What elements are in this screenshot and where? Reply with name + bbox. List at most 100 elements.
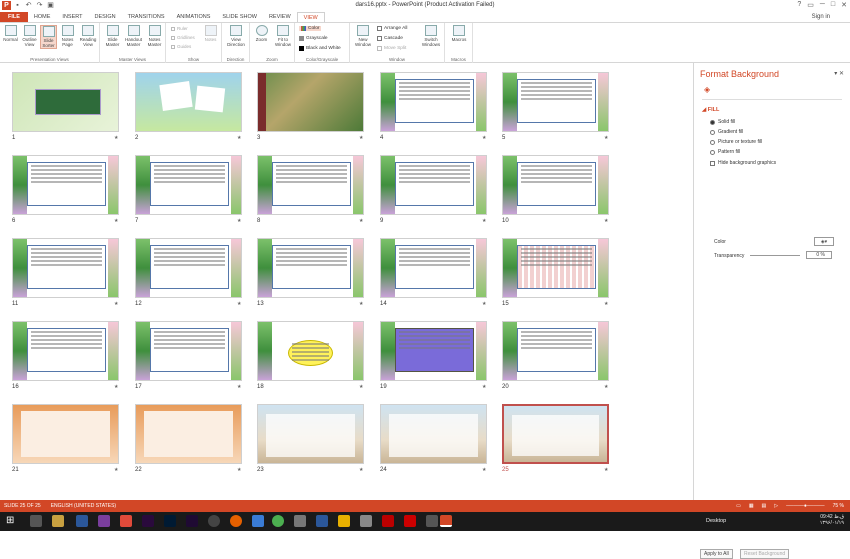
- powerpoint-taskbar-icon[interactable]: [440, 515, 452, 527]
- app-icon[interactable]: [252, 515, 264, 527]
- transition-star-icon[interactable]: ★: [114, 301, 118, 307]
- tab-home[interactable]: HOME: [28, 12, 57, 22]
- premiere-icon[interactable]: [142, 515, 154, 527]
- slide-thumbnail[interactable]: [257, 321, 364, 381]
- fill-color-picker[interactable]: ◈▾: [814, 237, 834, 246]
- clock[interactable]: 09:42 ق.ظ ۱۳۹۶/۰۱/۱۹: [820, 514, 844, 526]
- tab-insert[interactable]: INSERT: [56, 12, 88, 22]
- slide-thumbnail[interactable]: [380, 72, 487, 132]
- help-icon[interactable]: ?: [797, 1, 801, 9]
- transition-star-icon[interactable]: ★: [604, 135, 608, 141]
- transition-star-icon[interactable]: ★: [359, 384, 363, 390]
- slide-thumbnail[interactable]: [257, 72, 364, 132]
- transparency-input[interactable]: 0 %: [806, 251, 832, 259]
- slide-thumbnail[interactable]: [12, 238, 119, 298]
- transition-star-icon[interactable]: ★: [237, 218, 241, 224]
- slide-thumbnail[interactable]: [12, 72, 119, 132]
- zoom-level[interactable]: 75 %: [833, 503, 844, 509]
- explorer-icon[interactable]: [30, 515, 42, 527]
- fill-section-header[interactable]: ◢ FILL: [702, 107, 719, 113]
- ribbon-display-icon[interactable]: ▭: [807, 1, 814, 9]
- zoom-slider[interactable]: ─────●─────: [786, 503, 824, 509]
- app-icon[interactable]: [338, 515, 350, 527]
- notes-page-button[interactable]: Notes Page: [59, 25, 76, 47]
- aftereffects-icon[interactable]: [186, 515, 198, 527]
- gridlines-checkbox[interactable]: Gridlines: [171, 35, 195, 40]
- app-icon[interactable]: [404, 515, 416, 527]
- reading-view-icon[interactable]: ▤: [762, 503, 767, 509]
- slide-thumbnail[interactable]: [135, 72, 242, 132]
- picture-fill-radio[interactable]: Picture or texture fill: [710, 139, 762, 145]
- transition-star-icon[interactable]: ★: [114, 135, 118, 141]
- transition-star-icon[interactable]: ★: [237, 384, 241, 390]
- app-icon[interactable]: [316, 515, 328, 527]
- grayscale-button[interactable]: Grayscale: [299, 36, 328, 41]
- transition-star-icon[interactable]: ★: [604, 384, 608, 390]
- transition-star-icon[interactable]: ★: [359, 467, 363, 473]
- tab-slide-show[interactable]: SLIDE SHOW: [216, 12, 263, 22]
- notes-button[interactable]: Notes: [202, 25, 219, 42]
- fill-bucket-icon[interactable]: ◈: [704, 85, 714, 95]
- slide-thumbnail[interactable]: [380, 404, 487, 464]
- tab-design[interactable]: DESIGN: [89, 12, 122, 22]
- transition-star-icon[interactable]: ★: [482, 384, 486, 390]
- desktop-toolbar[interactable]: Desktop: [706, 518, 726, 524]
- solid-fill-radio[interactable]: Solid fill: [710, 119, 735, 125]
- transition-star-icon[interactable]: ★: [482, 218, 486, 224]
- slide-thumbnail[interactable]: [135, 155, 242, 215]
- tab-view[interactable]: VIEW: [296, 12, 325, 22]
- maximize-icon[interactable]: □: [831, 1, 835, 9]
- sign-in-link[interactable]: Sign in: [812, 14, 850, 20]
- tab-animations[interactable]: ANIMATIONS: [171, 12, 217, 22]
- slide-thumbnail[interactable]: [257, 155, 364, 215]
- transition-star-icon[interactable]: ★: [604, 218, 608, 224]
- transition-star-icon[interactable]: ★: [482, 301, 486, 307]
- normal-view-button[interactable]: Normal: [2, 25, 19, 42]
- slide-thumbnail[interactable]: [12, 155, 119, 215]
- normal-view-icon[interactable]: ▭: [736, 503, 741, 509]
- fit-to-window-button[interactable]: Fit to Window: [273, 25, 293, 47]
- transition-star-icon[interactable]: ★: [359, 135, 363, 141]
- slide-thumbnail[interactable]: [502, 155, 609, 215]
- slide-sorter-button[interactable]: Slide Sorter: [40, 25, 57, 49]
- slide-thumbnail[interactable]: [257, 404, 364, 464]
- slide-thumbnail[interactable]: [135, 238, 242, 298]
- slide-thumbnail[interactable]: [380, 155, 487, 215]
- pane-close-icon[interactable]: ✕: [839, 71, 844, 77]
- transition-star-icon[interactable]: ★: [114, 384, 118, 390]
- reading-view-button[interactable]: Reading View: [78, 25, 98, 47]
- transition-star-icon[interactable]: ★: [237, 135, 241, 141]
- word-icon[interactable]: [76, 515, 88, 527]
- sorter-view-icon[interactable]: ▦: [749, 503, 754, 509]
- reset-background-button[interactable]: Reset Background: [740, 549, 790, 559]
- pattern-fill-radio[interactable]: Pattern fill: [710, 149, 740, 155]
- gradient-fill-radio[interactable]: Gradient fill: [710, 129, 743, 135]
- pane-options-icon[interactable]: ▾: [834, 71, 837, 77]
- slide-thumbnail[interactable]: [12, 404, 119, 464]
- handout-master-button[interactable]: Handout Master: [123, 25, 144, 47]
- cascade-button[interactable]: Cascade: [377, 36, 403, 41]
- slide-thumbnail[interactable]: [135, 321, 242, 381]
- pdf-icon[interactable]: [120, 515, 132, 527]
- start-icon[interactable]: ⊞: [6, 515, 18, 527]
- view-direction-button[interactable]: View Direction: [225, 25, 247, 47]
- slide-thumbnail[interactable]: [502, 321, 609, 381]
- app-icon[interactable]: [382, 515, 394, 527]
- black-white-button[interactable]: Black and White: [299, 46, 341, 51]
- app-icon[interactable]: [360, 515, 372, 527]
- app-icon[interactable]: [426, 515, 438, 527]
- transition-star-icon[interactable]: ★: [237, 301, 241, 307]
- apply-to-all-button[interactable]: Apply to All: [700, 549, 733, 559]
- transition-star-icon[interactable]: ★: [604, 467, 608, 473]
- slide-thumbnail[interactable]: [380, 321, 487, 381]
- folder-icon[interactable]: [52, 515, 64, 527]
- slide-thumbnail[interactable]: [502, 404, 609, 464]
- arrange-all-button[interactable]: Arrange All: [377, 26, 407, 31]
- tab-transitions[interactable]: TRANSITIONS: [122, 12, 171, 22]
- transparency-slider[interactable]: [750, 255, 800, 256]
- slide-thumbnail[interactable]: [502, 238, 609, 298]
- transition-star-icon[interactable]: ★: [359, 218, 363, 224]
- onenote-icon[interactable]: [98, 515, 110, 527]
- move-split-button[interactable]: Move Split: [377, 46, 406, 51]
- close-icon[interactable]: ✕: [841, 1, 847, 9]
